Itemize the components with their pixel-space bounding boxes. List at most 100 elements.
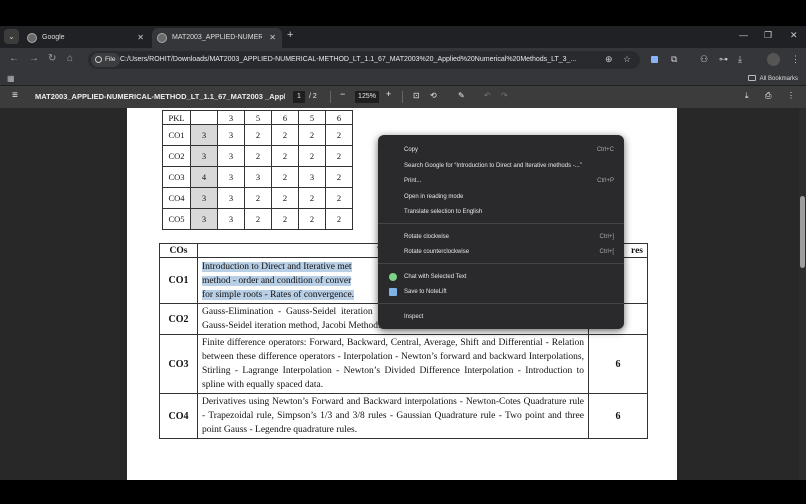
download-pdf-icon[interactable]: ⤓ <box>745 91 749 101</box>
chat-extension-icon <box>389 273 397 281</box>
zoom-in-button[interactable]: + <box>386 89 391 99</box>
menu-item-label: Translate selection to English <box>404 209 483 215</box>
table-cell: 3 <box>217 208 245 230</box>
table-cell: 3 <box>217 110 245 125</box>
tab-search-button[interactable]: ⌄ <box>4 29 19 44</box>
extension-2-icon[interactable]: ⚇ <box>700 54 708 65</box>
menu-item-label: Inspect <box>404 314 424 320</box>
table-cell: 2 <box>325 187 353 209</box>
table-cell: 2 <box>244 124 272 146</box>
divider <box>402 91 403 103</box>
menu-item-reading-mode[interactable]: Open in reading mode <box>378 190 624 204</box>
table-row: CO4 Derivatives using Newton’s Forward a… <box>159 393 648 439</box>
table-cell: 3 <box>217 166 245 188</box>
selected-text[interactable]: for simple roots - Rates of convergence. <box>202 289 355 300</box>
table-cell: 2 <box>271 145 299 167</box>
new-tab-button[interactable]: + <box>287 29 293 41</box>
tab-title: Google <box>42 34 65 41</box>
topic-cell: Finite difference operators: Forward, Ba… <box>197 334 589 394</box>
back-icon[interactable]: ← <box>9 53 19 64</box>
table-cell: 2 <box>325 124 353 146</box>
menu-item-print[interactable]: Print... Ctrl+P <box>378 174 624 188</box>
apps-grid-icon[interactable]: ▦ <box>7 74 15 83</box>
menu-item-label: Copy <box>404 147 419 153</box>
avatar[interactable] <box>767 53 780 66</box>
all-bookmarks-label: All Bookmarks <box>759 76 798 82</box>
site-info-chip[interactable]: File <box>91 53 121 67</box>
menu-item-save-notelift[interactable]: Save to NoteLift <box>378 285 624 299</box>
rotate-icon[interactable]: ⟲ <box>430 91 437 100</box>
menu-item-label: Search Google for “Introduction to Direc… <box>404 163 582 169</box>
info-icon <box>95 56 102 63</box>
table-cell: 2 <box>298 187 326 209</box>
address-bar[interactable]: File C:/Users/ROHIT/Downloads/MAT2003_AP… <box>88 51 640 69</box>
tab-pdf[interactable]: MAT2003_APPLIED-NUMERICAL-M... ✕ <box>152 28 282 48</box>
extensions-puzzle-icon[interactable]: ⧉ <box>671 54 677 65</box>
undo-icon[interactable]: ↶ <box>484 91 491 100</box>
tab-google[interactable]: Google ✕ <box>22 28 150 48</box>
menu-item-chat-selected-text[interactable]: Chat with Selected Text <box>378 270 624 284</box>
zoom-out-button[interactable]: − <box>340 89 345 99</box>
menu-item-search-google[interactable]: Search Google for “Introduction to Direc… <box>378 159 624 173</box>
extension-icon[interactable] <box>651 56 658 63</box>
co-cell: CO3 <box>159 334 198 394</box>
menu-item-rotate-counterclockwise[interactable]: Rotate counterclockwise Ctrl+[ <box>378 245 624 259</box>
table-cell: 2 <box>244 208 272 230</box>
vertical-scrollbar[interactable] <box>799 108 806 480</box>
minimize-icon[interactable]: — <box>739 30 748 40</box>
google-favicon-icon <box>27 33 37 43</box>
reload-icon[interactable]: ↻ <box>48 53 56 64</box>
print-icon[interactable]: ⎙ <box>765 91 771 101</box>
home-icon[interactable]: ⌂ <box>67 53 73 64</box>
menu-item-copy[interactable]: Copy Ctrl+C <box>378 143 624 157</box>
bookmark-star-icon[interactable]: ☆ <box>623 54 631 65</box>
table-row: CO5 3 3 2 2 2 2 <box>162 208 353 230</box>
pdf-toolbar: ≡ MAT2003_APPLIED-NUMERICAL-METHOD_LT_1.… <box>0 86 806 108</box>
more-actions-icon[interactable]: ⋮ <box>787 91 795 100</box>
download-icon[interactable]: ⤓ <box>738 54 742 65</box>
extension-3-icon[interactable]: ⊶ <box>719 54 728 65</box>
table-cell: 2 <box>271 208 299 230</box>
pdf-favicon-icon <box>157 33 167 43</box>
bottom-black-bar <box>0 480 806 504</box>
table-cell: 3 <box>190 187 218 209</box>
co-cell: CO4 <box>159 393 198 439</box>
table-cell <box>190 110 218 125</box>
restore-icon[interactable]: ❐ <box>764 30 772 41</box>
url-text[interactable]: C:/Users/ROHIT/Downloads/MAT2003_APPLIED… <box>120 51 598 69</box>
table-cell: 2 <box>271 166 299 188</box>
menu-item-label: Rotate counterclockwise <box>404 249 470 255</box>
redo-icon[interactable]: ↷ <box>501 91 508 100</box>
forward-icon[interactable]: → <box>29 53 39 64</box>
fit-page-icon[interactable]: ⊡ <box>413 91 420 100</box>
all-bookmarks-button[interactable]: All Bookmarks <box>747 73 798 85</box>
menu-item-inspect[interactable]: Inspect <box>378 310 624 324</box>
selected-text[interactable]: method - order and condition of conver <box>202 275 352 286</box>
close-tab-icon[interactable]: ✕ <box>269 28 276 48</box>
menu-item-rotate-clockwise[interactable]: Rotate clockwise Ctrl+] <box>378 230 624 244</box>
hours-cell: 6 <box>588 334 648 394</box>
pdf-title: MAT2003_APPLIED-NUMERICAL-METHOD_LT_1.1_… <box>35 92 285 101</box>
menu-item-label: Print... <box>404 178 422 184</box>
table-row: CO3 4 3 3 2 3 2 <box>162 166 353 188</box>
close-window-icon[interactable]: ✕ <box>790 30 798 41</box>
pkl-table: PKL 3 5 6 5 6 CO1 3 3 2 2 2 2 CO2 3 3 2 … <box>162 110 353 230</box>
browser-window: ⌄ Google ✕ MAT2003_APPLIED-NUMERICAL-M..… <box>0 26 806 480</box>
page-number-input[interactable]: 1 <box>293 91 305 103</box>
table-row: CO2 3 3 2 2 2 2 <box>162 145 353 167</box>
table-cell: 5 <box>298 110 326 125</box>
table-cell: 6 <box>271 110 299 125</box>
draw-icon[interactable]: ✎ <box>458 91 465 100</box>
menu-kebab-icon[interactable]: ⋮ <box>791 54 800 65</box>
menu-item-shortcut: Ctrl+P <box>597 178 614 184</box>
hamburger-menu-icon[interactable]: ≡ <box>12 90 18 101</box>
row-label: CO4 <box>162 187 191 209</box>
zoom-input[interactable]: 125% <box>355 91 379 103</box>
tab-strip: ⌄ Google ✕ MAT2003_APPLIED-NUMERICAL-M..… <box>0 26 806 48</box>
scrollbar-thumb[interactable] <box>800 196 805 268</box>
zoom-icon[interactable]: ⊕ <box>605 54 613 65</box>
close-tab-icon[interactable]: ✕ <box>137 28 144 48</box>
selected-text[interactable]: Introduction to Direct and Iterative met <box>202 261 352 272</box>
menu-item-translate[interactable]: Translate selection to English <box>378 205 624 219</box>
table-cell: 2 <box>325 208 353 230</box>
